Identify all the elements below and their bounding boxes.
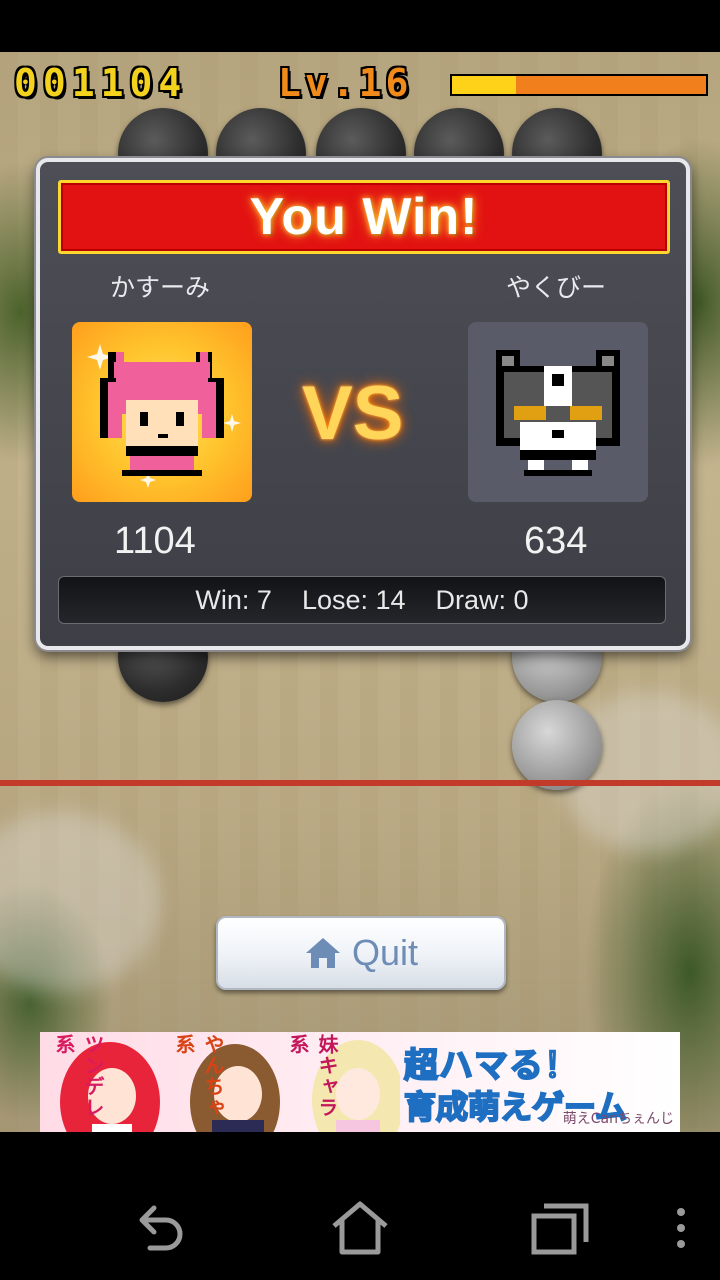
- vs-label: VS: [302, 371, 404, 456]
- draw-count: Draw: 0: [435, 584, 529, 615]
- ad-headline: 超ハマる！: [403, 1045, 579, 1087]
- player-avatar: [72, 322, 252, 502]
- recent-apps-icon[interactable]: [530, 1200, 590, 1256]
- lose-count: Lose: 14: [301, 584, 406, 615]
- ad-banner[interactable]: ツンデレ系 やんちゃ系 妹キャラ系 超ハマる！ 育成萌えゲーム 萌えCanちぇん…: [40, 1032, 680, 1132]
- player-score: 1104: [114, 520, 196, 562]
- cloud: [0, 812, 160, 992]
- quit-label: Quit: [351, 932, 419, 973]
- ad-credit: 萌えCanちぇんじ: [562, 1111, 674, 1127]
- player-name: かすーみ: [110, 273, 211, 302]
- back-icon[interactable]: [132, 1200, 188, 1256]
- ad-tag: やんちゃ系: [172, 1034, 225, 1118]
- score-counter: 001104: [14, 61, 188, 105]
- level-label: Lv.16: [278, 61, 413, 105]
- opponent-score: 634: [524, 520, 588, 562]
- gray-cat-robot-icon: [496, 350, 620, 476]
- boundary-line: [0, 780, 720, 786]
- pink-cat-girl-icon: [87, 344, 241, 488]
- home-icon: [305, 938, 340, 968]
- result-dialog: You Win! かすーみ やくびー VS 1104 634 Win: 7 Lo…: [36, 158, 690, 650]
- white-stone: [512, 700, 602, 790]
- menu-icon[interactable]: [674, 1200, 688, 1256]
- home-icon[interactable]: [330, 1200, 390, 1256]
- status-bar: [0, 0, 720, 52]
- result-title: You Win!: [249, 188, 479, 246]
- opponent-avatar: [468, 322, 648, 502]
- level-progress-fill: [452, 76, 516, 94]
- quit-button[interactable]: Quit: [216, 916, 506, 990]
- result-banner: You Win!: [58, 180, 670, 254]
- opponent-name: やくびー: [506, 273, 607, 302]
- ad-tag: ツンデレ系: [52, 1034, 105, 1118]
- level-progress-bar: [450, 74, 708, 96]
- ad-tag: 妹キャラ系: [286, 1034, 339, 1118]
- record-bar: Win: 7 Lose: 14 Draw: 0: [58, 576, 666, 624]
- win-count: Win: 7: [195, 584, 272, 615]
